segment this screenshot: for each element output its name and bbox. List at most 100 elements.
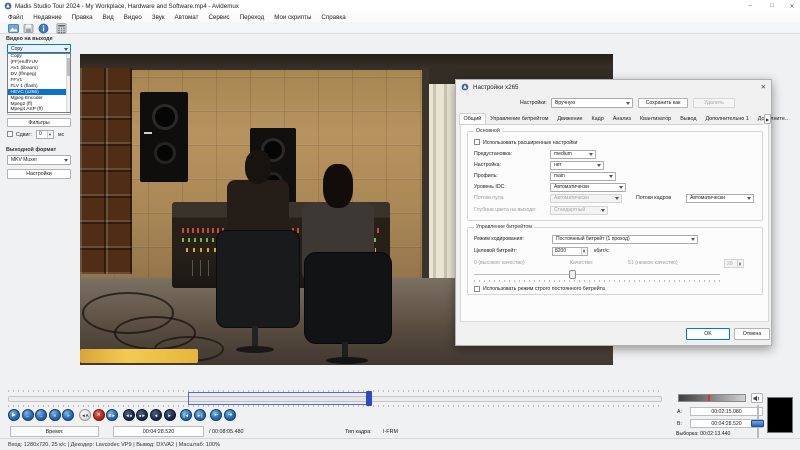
total-time-label: / 00:08:05.480 (209, 429, 243, 435)
mark-b-button[interactable]: B► (106, 409, 118, 421)
dropdown-scrollbar[interactable] (66, 54, 71, 112)
next-keyframe-button[interactable]: » (62, 409, 74, 421)
dialog-tab-bar: ОбщийУправление битрейтомДвижениеКадрАна… (459, 112, 763, 125)
cancel-button[interactable]: Отмена (734, 328, 770, 340)
advanced-settings-label: Использовать расширенные настройки (483, 140, 577, 146)
next-frame-button[interactable]: → (35, 409, 47, 421)
pool-threads-combo: Автоматически (550, 194, 622, 203)
play-button[interactable]: ▶ (8, 409, 20, 421)
video-codec-value: Copy (11, 46, 23, 52)
menu-item[interactable]: Звук (152, 14, 165, 21)
prev-cut-button[interactable]: ◄ (150, 409, 162, 421)
spinner-arrows-icon[interactable] (47, 131, 53, 138)
scene-speaker-left (140, 92, 188, 182)
quality-slider-track[interactable] (474, 274, 720, 275)
menu-bar: Файл Недавние Правка Вид Видео Звук Автомат Сер… (0, 12, 800, 22)
muxer-configure-button[interactable]: Настройки (7, 169, 71, 179)
menu-item[interactable]: Файл (8, 14, 23, 21)
x265-settings-dialog: Настройки x265 ✕ Настройки: Вручную Сохр… (455, 79, 772, 346)
target-bitrate-spinner[interactable]: 8200 (552, 247, 588, 256)
dialog-tab[interactable]: Движение (553, 113, 587, 124)
muxer-combo[interactable]: MKV Muxer (7, 155, 71, 165)
tab-scroll-right-icon[interactable]: ▶ (764, 114, 771, 124)
bit-depth-label: Глубина цвета на выходе: (474, 207, 537, 213)
spinner-arrows-icon[interactable] (581, 248, 587, 255)
prev-keyframe-button[interactable]: « (49, 409, 61, 421)
next-black-frame-button[interactable]: ●► (136, 409, 148, 421)
maximize-button[interactable]: □ (764, 1, 780, 11)
bit-depth-combo: Стандартный (550, 206, 608, 215)
delete-button[interactable]: ✕ (93, 409, 105, 421)
chevron-down-icon (626, 102, 630, 105)
last-frame-button[interactable]: ►| (194, 409, 206, 421)
menu-item[interactable]: Недавние (33, 14, 61, 21)
goto-marker-a-button[interactable]: ⇤ (210, 409, 222, 421)
dialog-tab[interactable]: Вывод (676, 113, 701, 124)
marker-a-field[interactable]: 00:02:15.080 (690, 407, 763, 416)
tune-value-combo[interactable]: нет (550, 161, 604, 170)
idc-value-combo[interactable]: Автоматически (550, 183, 626, 192)
video-codec-combo[interactable]: Copy (7, 44, 71, 53)
timeline-position-handle[interactable] (366, 391, 372, 406)
codec-option[interactable]: Mpeg4 ASP (ff) (8, 107, 70, 113)
mark-a-button[interactable]: ◄A (79, 409, 91, 421)
prev-frame-button[interactable]: ← (22, 409, 34, 421)
shift-value-spinner[interactable]: 0 (36, 130, 54, 139)
dialog-tab[interactable]: Управление битрейтом (486, 113, 553, 124)
dialog-tab[interactable]: Дополнительно 1 (701, 113, 753, 124)
minimize-button[interactable]: – (742, 1, 758, 11)
profile-value-combo[interactable]: main (550, 172, 616, 181)
encoding-mode-combo[interactable]: Постоянный битрейт (1 проход) (552, 235, 698, 244)
preset-value-combo[interactable]: medium (550, 150, 596, 159)
delete-preset-button[interactable]: Удалить (693, 98, 735, 108)
calculator-icon[interactable] (56, 23, 67, 34)
dialog-tab[interactable]: Дополните.. (753, 113, 792, 124)
timeline-selection[interactable] (188, 392, 372, 405)
scene-chair-left-base (252, 326, 258, 348)
ok-button[interactable]: OK (686, 328, 730, 340)
mute-button[interactable] (751, 393, 763, 403)
general-group: Основной Использовать расширенные настро… (467, 131, 763, 221)
volume-slider-handle[interactable] (751, 420, 764, 427)
strict-cbr-checkbox[interactable] (474, 286, 480, 292)
menu-item[interactable]: Вид (103, 14, 114, 21)
goto-marker-b-button[interactable]: ⇥ (224, 409, 236, 421)
open-file-icon[interactable] (8, 23, 19, 34)
tune-field-label: Настройка: (474, 162, 501, 168)
close-button[interactable]: ✕ (784, 1, 800, 11)
video-filters-button[interactable]: Фильтры (7, 118, 71, 127)
save-icon[interactable] (23, 23, 34, 34)
gain-bar[interactable] (678, 394, 746, 402)
info-icon[interactable] (38, 23, 49, 34)
prev-black-frame-button[interactable]: ◄● (123, 409, 135, 421)
title-bar: Madis Studio Tour 2024 - My Workplace, H… (0, 0, 800, 12)
dialog-close-icon[interactable]: ✕ (761, 83, 766, 91)
dialog-tab[interactable]: Общий (459, 113, 486, 124)
time-label-box[interactable]: Время: (10, 426, 99, 437)
menu-item[interactable]: Правка (72, 14, 93, 21)
transport-bar: ▶←→«» ◄A✕B► ◄●●►◄► |◄►| ⇤⇥ (8, 409, 236, 421)
menu-item[interactable]: Мои скрипты (274, 14, 311, 21)
dialog-tab[interactable]: Квантизатор (636, 113, 676, 124)
first-frame-button[interactable]: |◄ (180, 409, 192, 421)
scene-person-left-head (245, 150, 271, 184)
menu-item[interactable]: Справка (321, 14, 345, 21)
current-time-field[interactable]: 00:04:28.520 (113, 426, 204, 437)
advanced-settings-checkbox[interactable] (474, 139, 480, 145)
menu-item[interactable]: Сервис (208, 14, 229, 21)
window-title: Madis Studio Tour 2024 - My Workplace, H… (15, 3, 239, 10)
scene-chair-right (304, 252, 392, 344)
menu-item[interactable]: Переход (240, 14, 265, 21)
frame-threads-combo[interactable]: Автоматически (686, 194, 754, 203)
next-cut-button[interactable]: ► (164, 409, 176, 421)
quality-right-label: 51 (низкое качество) (628, 260, 678, 266)
shift-checkbox[interactable] (7, 131, 13, 137)
preset-combo[interactable]: Вручную (551, 98, 633, 108)
strict-cbr-label: Использовать режим строго постоянного би… (483, 286, 605, 292)
quality-slider-handle[interactable] (569, 270, 576, 279)
dialog-tab[interactable]: Кадр (587, 113, 608, 124)
dialog-tab[interactable]: Анализ (608, 113, 635, 124)
menu-item[interactable]: Видео (124, 14, 142, 21)
save-as-button[interactable]: Сохранить как (638, 98, 688, 108)
menu-item[interactable]: Автомат (175, 14, 199, 21)
